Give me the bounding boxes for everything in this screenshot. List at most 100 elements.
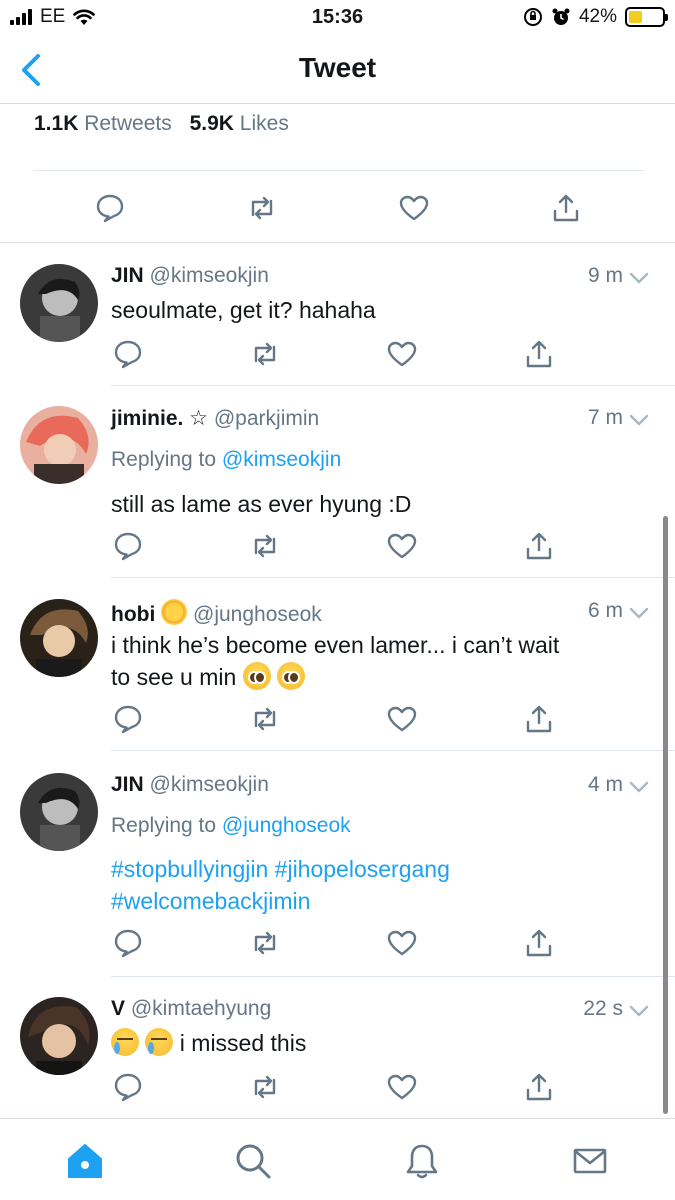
status-bar: EE 15:36 42%: [0, 0, 675, 36]
display-name[interactable]: JIN: [111, 773, 144, 796]
tab-search[interactable]: [233, 1141, 273, 1181]
divider: [34, 170, 644, 171]
replying-to: Replying to @kimseokjin: [111, 448, 341, 472]
tweet-text: seoulmate, get it? hahaha: [111, 297, 376, 323]
sun-emoji-icon: [161, 599, 188, 625]
display-name[interactable]: hobi: [111, 603, 155, 626]
retweet-icon[interactable]: [246, 192, 278, 224]
display-name[interactable]: jiminie. ☆: [111, 407, 208, 430]
retweet-icon[interactable]: [249, 530, 281, 562]
reply-icon[interactable]: [112, 338, 144, 370]
chevron-down-icon[interactable]: [629, 1005, 649, 1019]
timestamp: 4 m: [587, 773, 623, 796]
chevron-down-icon[interactable]: [629, 414, 649, 428]
chevron-down-icon[interactable]: [629, 607, 649, 621]
battery-percent: 42%: [578, 6, 617, 27]
tweet-text: i missed this: [111, 1027, 651, 1059]
search-icon: [236, 1144, 271, 1179]
user-handle[interactable]: @kimtaehyung: [131, 997, 271, 1020]
avatar[interactable]: [20, 599, 98, 677]
share-icon[interactable]: [523, 530, 555, 562]
pleading-face-emoji-icon: [277, 662, 306, 690]
like-icon[interactable]: [386, 530, 418, 562]
tab-home[interactable]: [65, 1141, 105, 1181]
like-icon[interactable]: [386, 338, 418, 370]
hashtag-line[interactable]: #stopbullyingjin #jihopelosergang: [111, 853, 651, 885]
reply-tweet[interactable]: jiminie. ☆ @parkjimin 7 m Replying to @k…: [0, 404, 675, 578]
reply-header: hobi @junghoseok: [111, 599, 322, 627]
reply-tweet[interactable]: V @kimtaehyung 22 s i missed this: [0, 995, 675, 1115]
avatar[interactable]: [20, 997, 98, 1075]
tweet-stats: 1.1K Retweets 5.9K Likes: [34, 112, 289, 136]
mention-link[interactable]: @junghoseok: [222, 814, 351, 837]
retweets-count: 1.1K: [34, 112, 79, 135]
like-icon[interactable]: [398, 192, 430, 224]
messages-icon: [573, 1148, 607, 1174]
tweet-text: #stopbullyingjin #jihopelosergang #welco…: [111, 853, 651, 917]
avatar[interactable]: [20, 264, 98, 342]
reply-icon[interactable]: [112, 530, 144, 562]
divider: [111, 577, 675, 578]
like-icon[interactable]: [386, 927, 418, 959]
notifications-icon: [406, 1144, 438, 1179]
orientation-lock-icon: [523, 8, 542, 26]
reply-icon[interactable]: [112, 1071, 144, 1103]
display-name[interactable]: V: [111, 997, 125, 1020]
reply-tweet[interactable]: JIN @kimseokjin 4 m Replying to @junghos…: [0, 771, 675, 977]
avatar[interactable]: [20, 773, 98, 851]
pleading-face-emoji-icon: [242, 662, 271, 690]
user-handle[interactable]: @parkjimin: [214, 407, 319, 430]
scrollbar[interactable]: [663, 516, 668, 1114]
divider: [111, 385, 675, 386]
tweet-text-line: to see u min: [111, 661, 651, 693]
tab-messages[interactable]: [570, 1141, 610, 1181]
retweet-icon[interactable]: [249, 338, 281, 370]
display-name[interactable]: JIN: [111, 264, 144, 287]
hashtag-line[interactable]: #welcomebackjimin: [111, 885, 651, 917]
share-icon[interactable]: [523, 1071, 555, 1103]
timestamp: 22 s: [583, 997, 623, 1020]
reply-tweet[interactable]: JIN @kimseokjin 9 m seoulmate, get it? h…: [0, 262, 675, 386]
user-handle[interactable]: @junghoseok: [193, 603, 322, 626]
timestamp: 7 m: [587, 406, 623, 429]
retweets-label[interactable]: Retweets: [84, 112, 172, 135]
user-handle[interactable]: @kimseokjin: [150, 773, 269, 796]
likes-count: 5.9K: [189, 112, 234, 135]
chevron-down-icon[interactable]: [629, 272, 649, 286]
chevron-down-icon[interactable]: [629, 781, 649, 795]
avatar[interactable]: [20, 406, 98, 484]
tab-bar: [0, 1118, 675, 1200]
reply-icon[interactable]: [112, 703, 144, 735]
share-icon[interactable]: [523, 338, 555, 370]
mention-link[interactable]: @kimseokjin: [222, 448, 341, 471]
divider: [111, 750, 675, 751]
replying-prefix: Replying to: [111, 814, 217, 837]
reply-icon[interactable]: [94, 192, 126, 224]
tweet-text-line-2: to see u min: [111, 664, 237, 690]
tweet-text-content: i missed this: [179, 1030, 307, 1056]
share-icon[interactable]: [523, 703, 555, 735]
like-icon[interactable]: [386, 1071, 418, 1103]
tweet-text: still as lame as ever hyung :D: [111, 491, 412, 517]
timestamp: 9 m: [587, 264, 623, 287]
likes-label[interactable]: Likes: [240, 112, 289, 135]
divider: [111, 976, 675, 977]
user-handle[interactable]: @kimseokjin: [150, 264, 269, 287]
page-title: Tweet: [298, 52, 377, 83]
retweet-icon[interactable]: [249, 927, 281, 959]
status-right: 42%: [523, 6, 668, 28]
replying-prefix: Replying to: [111, 448, 217, 471]
reply-icon[interactable]: [112, 927, 144, 959]
retweet-icon[interactable]: [249, 703, 281, 735]
tab-notifications[interactable]: [402, 1141, 442, 1181]
tweet-text: i think he’s become even lamer... i can’…: [111, 629, 651, 693]
reply-header: JIN @kimseokjin: [111, 264, 269, 288]
retweet-icon[interactable]: [249, 1071, 281, 1103]
battery-icon: [625, 7, 668, 27]
share-icon[interactable]: [523, 927, 555, 959]
reply-tweet[interactable]: hobi @junghoseok 6 m i think he’s become…: [0, 597, 675, 751]
main-tweet-actions: [0, 188, 675, 228]
like-icon[interactable]: [386, 703, 418, 735]
share-icon[interactable]: [550, 192, 582, 224]
tweet-text-line: i think he’s become even lamer... i can’…: [111, 632, 560, 658]
